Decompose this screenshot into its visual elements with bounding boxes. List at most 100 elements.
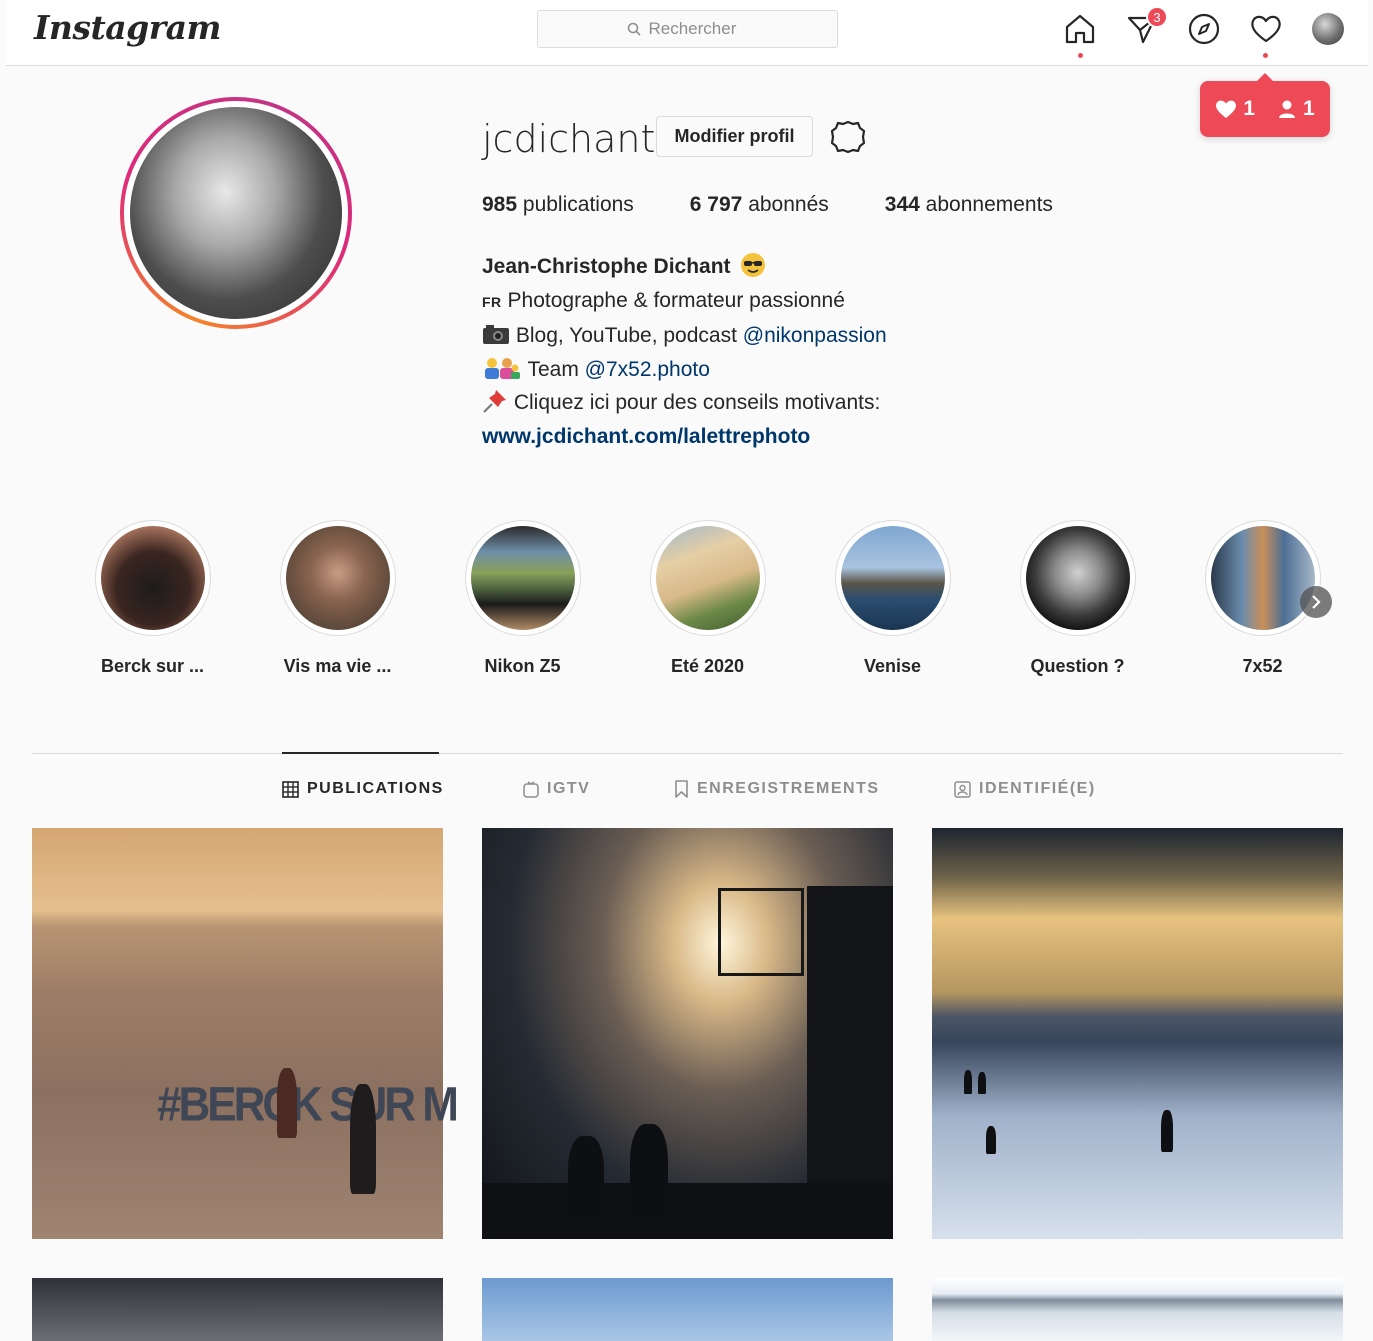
- grid-icon: [282, 780, 299, 798]
- highlight-item[interactable]: Eté 2020: [615, 520, 800, 677]
- posts-label: publications: [522, 193, 634, 216]
- highlight-item[interactable]: Nikon Z5: [430, 520, 615, 677]
- gear-icon: [830, 120, 866, 154]
- pushpin-emoji-icon: [483, 390, 506, 414]
- highlight-label: Berck sur ...: [100, 656, 205, 676]
- top-navigation-bar: Instagram 3: [6, 0, 1368, 66]
- highlight-image: [470, 526, 575, 630]
- person-icon: [1279, 100, 1295, 118]
- following-stat[interactable]: 344 abonnements: [885, 193, 1053, 217]
- search-box[interactable]: [537, 10, 838, 48]
- instagram-logo[interactable]: Instagram: [34, 8, 221, 47]
- highlight-item[interactable]: Venise: [800, 520, 985, 677]
- tab-publications[interactable]: PUBLICATIONS: [282, 780, 444, 798]
- highlight-image: [100, 526, 205, 630]
- highlight-image: [655, 526, 760, 630]
- person-silhouette: [986, 1126, 996, 1154]
- activity-dot: [1263, 53, 1268, 58]
- profile-bio: Jean-Christophe Dichant FR Photographe &…: [482, 250, 887, 454]
- tabs-divider: [32, 753, 1343, 754]
- highlight-cover: [649, 520, 766, 636]
- person-silhouette: [350, 1084, 376, 1194]
- following-count: 344: [884, 193, 920, 216]
- post-thumbnail[interactable]: [482, 1278, 893, 1341]
- post-thumbnail[interactable]: [932, 828, 1343, 1239]
- highlight-item[interactable]: Berck sur ...: [60, 520, 245, 677]
- bookmark-icon: [675, 780, 688, 798]
- tab-igtv[interactable]: IGTV: [523, 780, 590, 798]
- nikonpassion-link[interactable]: @nikonpassion: [743, 324, 887, 347]
- bio-line-1: Photographe & formateur passionné: [507, 288, 845, 312]
- highlight-image: [285, 526, 390, 630]
- profile-picture-frame: [124, 101, 348, 325]
- compass-icon: [1188, 13, 1220, 45]
- igtv-icon: [523, 780, 539, 798]
- highlight-item[interactable]: Vis ma vie ...: [245, 520, 430, 677]
- person-silhouette: [978, 1072, 986, 1094]
- highlight-cover: [279, 520, 396, 636]
- highlight-label: Nikon Z5: [484, 656, 561, 676]
- search-icon: [627, 22, 641, 36]
- bio-line-2: Blog, YouTube, podcast: [515, 324, 737, 348]
- tab-label: IDENTIFIÉ(E): [979, 780, 1096, 797]
- followers-count-notification: 1: [1303, 97, 1315, 120]
- website-link[interactable]: www.jcdichant.com/lalettrephoto: [482, 425, 810, 448]
- highlight-image: [1025, 526, 1130, 630]
- highlight-image: [840, 526, 945, 630]
- sign-frame: [718, 888, 804, 976]
- heart-filled-icon: [1216, 100, 1237, 118]
- person-silhouette: [630, 1124, 668, 1216]
- sunglasses-emoji-icon: [741, 253, 766, 277]
- followers-stat[interactable]: 6 797 abonnés: [690, 193, 829, 217]
- profile-picture[interactable]: [120, 97, 352, 329]
- highlight-label: Vis ma vie ...: [283, 656, 392, 676]
- activity-button[interactable]: [1247, 10, 1285, 48]
- ground-shadow: [482, 1183, 893, 1239]
- highlights-next-button[interactable]: [1300, 586, 1332, 618]
- highlight-label: 7x52: [1242, 656, 1283, 676]
- tab-tagged[interactable]: IDENTIFIÉ(E): [954, 780, 1096, 798]
- story-highlights: Berck sur ... Vis ma vie ... Nikon Z5 Et…: [60, 520, 1340, 700]
- home-icon: [1065, 14, 1095, 44]
- tab-saved[interactable]: ENREGISTREMENTS: [674, 780, 880, 798]
- highlight-item[interactable]: Question ?: [985, 520, 1170, 677]
- tab-label: PUBLICATIONS: [307, 780, 444, 797]
- highlight-cover: [1204, 520, 1321, 636]
- activity-notification-popup[interactable]: 1 1: [1200, 73, 1330, 137]
- person-silhouette: [277, 1068, 297, 1138]
- bio-line-4: Cliquez ici pour des conseils motivants:: [513, 391, 881, 415]
- explore-button[interactable]: [1185, 10, 1223, 48]
- posts-stat: 985 publications: [482, 193, 634, 217]
- chevron-right-icon: [1312, 595, 1321, 609]
- highlight-label: Question ?: [1030, 656, 1125, 676]
- profile-username: jcdichant: [482, 117, 656, 161]
- team-emoji-icon: [485, 357, 520, 379]
- team-7x52-link[interactable]: @7x52.photo: [585, 358, 710, 381]
- post-thumbnail[interactable]: [482, 828, 893, 1239]
- home-button[interactable]: [1061, 10, 1099, 48]
- direct-notification-badge: 3: [1146, 6, 1168, 28]
- edit-profile-button[interactable]: Modifier profil: [656, 116, 813, 157]
- active-tab-indicator: [282, 752, 439, 754]
- tab-label: IGTV: [547, 780, 591, 797]
- search-input[interactable]: [648, 19, 749, 39]
- post-thumbnail[interactable]: [932, 1278, 1343, 1341]
- highlight-cover: [464, 520, 581, 636]
- highlight-cover: [834, 520, 951, 636]
- settings-button[interactable]: [829, 118, 867, 161]
- profile-stats: 985 publications 6 797 abonnés 344 abonn…: [482, 193, 1053, 217]
- person-silhouette: [964, 1070, 972, 1094]
- highlight-label: Eté 2020: [670, 656, 745, 676]
- profile-avatar-button[interactable]: [1312, 13, 1344, 45]
- following-label: abonnements: [925, 193, 1053, 216]
- followers-count: 6 797: [689, 193, 743, 216]
- dark-structure: [807, 886, 893, 1191]
- post-overlay-text: #BERCK SUR M: [157, 1077, 459, 1132]
- highlight-image: [1210, 526, 1315, 630]
- likes-count: 1: [1243, 97, 1255, 120]
- post-thumbnail[interactable]: #BERCK SUR M: [32, 828, 459, 1239]
- posts-count: 985: [482, 193, 518, 216]
- highlight-cover: [94, 520, 211, 636]
- profile-tabs: PUBLICATIONS IGTV ENREGISTREMENTS IDENTI…: [0, 780, 1373, 804]
- post-thumbnail[interactable]: [32, 1278, 443, 1341]
